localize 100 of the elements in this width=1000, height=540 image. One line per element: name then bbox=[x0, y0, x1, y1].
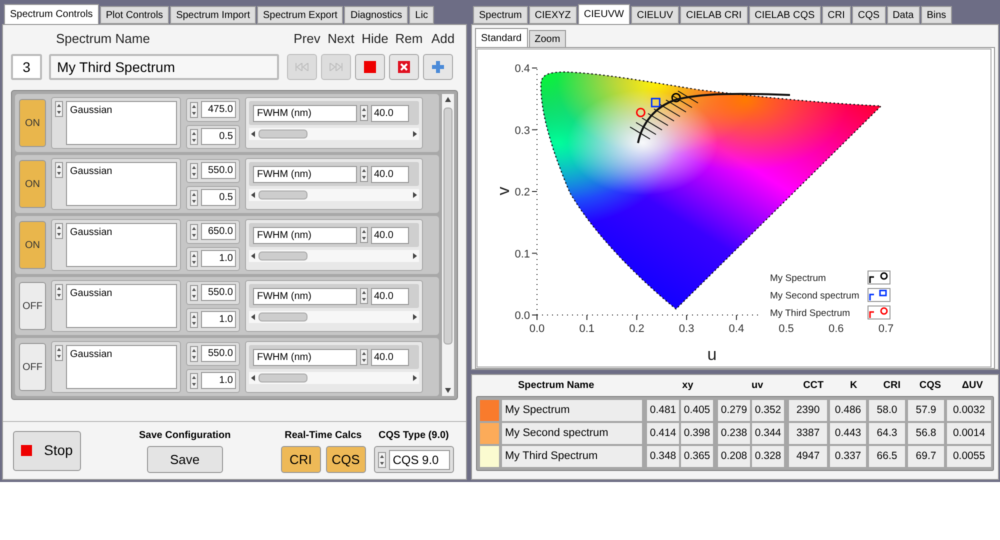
tab[interactable]: Data bbox=[886, 6, 920, 24]
y-tick-label: 0.1 bbox=[514, 248, 530, 260]
tab[interactable]: Spectrum bbox=[473, 6, 528, 24]
x-tick-label: 0.6 bbox=[828, 323, 844, 335]
spinner-icon[interactable] bbox=[360, 288, 368, 304]
parameter-name-field[interactable]: FWHM (nm) bbox=[253, 166, 357, 182]
tab[interactable]: Zoom bbox=[528, 30, 566, 48]
type-selector[interactable]: Gaussian bbox=[51, 97, 181, 149]
spinner-icon[interactable] bbox=[190, 224, 198, 240]
table-cell: My Spectrum bbox=[502, 400, 642, 421]
parameter-name-field[interactable]: FWHM (nm) bbox=[253, 288, 357, 304]
horizontal-scrollbar[interactable] bbox=[249, 250, 419, 262]
tab[interactable]: CIELAB CRI bbox=[680, 6, 748, 24]
tab[interactable]: Spectrum Import bbox=[170, 6, 256, 24]
type-selector[interactable]: Gaussian bbox=[51, 341, 181, 393]
numeric-field[interactable]: 1.0 bbox=[186, 246, 240, 270]
numeric-field[interactable]: 650.0 bbox=[186, 220, 240, 244]
spinner-icon[interactable] bbox=[55, 162, 63, 178]
spinner-icon[interactable] bbox=[190, 372, 198, 388]
toggle-button[interactable]: CQS bbox=[326, 446, 366, 473]
tab[interactable]: CIELUV bbox=[630, 6, 680, 24]
stop-button[interactable]: Stop bbox=[13, 430, 81, 470]
legend-label: My Third Spectrum bbox=[770, 308, 850, 319]
spinner-icon[interactable] bbox=[190, 284, 198, 300]
remove-button[interactable] bbox=[389, 54, 419, 80]
type-selector[interactable]: Gaussian bbox=[51, 219, 181, 271]
table-cell: 3387 bbox=[789, 423, 827, 444]
tab[interactable]: CIEXYZ bbox=[528, 6, 577, 24]
tab[interactable]: Standard bbox=[475, 28, 528, 48]
numeric-field[interactable]: 0.5 bbox=[186, 186, 240, 210]
tab[interactable]: Lic bbox=[409, 6, 434, 24]
save-button[interactable]: Save bbox=[146, 446, 223, 473]
spinner-icon[interactable] bbox=[190, 250, 198, 266]
spinner-icon[interactable] bbox=[190, 312, 198, 328]
parameter-value-field[interactable]: 40.0 bbox=[371, 226, 409, 244]
button-label: Add bbox=[430, 30, 456, 48]
name-field[interactable]: My Third Spectrum bbox=[49, 54, 279, 80]
tab[interactable]: Spectrum Controls bbox=[4, 4, 99, 24]
on-off-toggle[interactable]: ON bbox=[19, 160, 46, 208]
parameter-value-field[interactable]: 40.0 bbox=[371, 288, 409, 304]
tab[interactable]: CQS bbox=[852, 6, 886, 24]
on-off-toggle[interactable]: OFF bbox=[19, 282, 46, 330]
on-off-toggle[interactable]: OFF bbox=[19, 343, 46, 391]
cqs-type-selector[interactable]: CQS 9.0 bbox=[374, 446, 454, 473]
spinner-icon[interactable] bbox=[190, 190, 198, 206]
horizontal-scrollbar[interactable] bbox=[249, 128, 419, 140]
spinner-icon[interactable] bbox=[190, 102, 198, 118]
table-cell: 0.344 bbox=[752, 423, 784, 444]
vertical-scrollbar[interactable] bbox=[442, 94, 454, 396]
skip-back-icon bbox=[295, 63, 309, 71]
type-selector[interactable]: Gaussian bbox=[51, 280, 181, 332]
parameter-value-field[interactable]: 40.0 bbox=[371, 348, 409, 366]
tab[interactable]: Bins bbox=[920, 6, 952, 24]
numeric-field[interactable]: 1.0 bbox=[186, 308, 240, 332]
parameter-value-field[interactable]: 40.0 bbox=[371, 104, 409, 122]
toggle-button[interactable]: CRI bbox=[280, 446, 321, 473]
tab[interactable]: Spectrum Export bbox=[256, 6, 344, 24]
table-cell: 0.208 bbox=[718, 446, 750, 467]
spinner-icon[interactable] bbox=[190, 162, 198, 178]
numeric-field[interactable]: 550.0 bbox=[186, 342, 240, 366]
spinner-icon[interactable] bbox=[55, 223, 63, 239]
type-selector[interactable]: Gaussian bbox=[51, 158, 181, 210]
table-cell: 66.5 bbox=[869, 446, 905, 467]
column-header: CQS bbox=[918, 378, 942, 392]
spinner-icon[interactable] bbox=[360, 166, 368, 182]
horizontal-scrollbar[interactable] bbox=[249, 311, 419, 323]
skip-forward-icon bbox=[329, 63, 343, 71]
numeric-field[interactable]: 475.0 bbox=[186, 98, 240, 122]
numeric-field[interactable]: 550.0 bbox=[186, 280, 240, 304]
table-cell: 0.0032 bbox=[947, 400, 991, 421]
index-field[interactable]: 3 bbox=[11, 54, 42, 80]
hide-button[interactable] bbox=[355, 54, 385, 80]
parameter-name-field[interactable]: FWHM (nm) bbox=[253, 226, 357, 244]
numeric-field[interactable]: 550.0 bbox=[186, 158, 240, 182]
horizontal-scrollbar[interactable] bbox=[249, 189, 419, 201]
tab[interactable]: CIELAB CQS bbox=[748, 6, 821, 24]
spinner-icon[interactable] bbox=[55, 345, 63, 361]
add-button[interactable] bbox=[423, 54, 453, 80]
spinner-icon[interactable] bbox=[360, 227, 368, 243]
spinner-icon[interactable] bbox=[360, 349, 368, 365]
spinner-icon[interactable] bbox=[190, 346, 198, 362]
close-icon bbox=[398, 61, 410, 73]
spinner-icon[interactable] bbox=[55, 284, 63, 300]
numeric-field[interactable]: 0.5 bbox=[186, 124, 240, 148]
on-off-toggle[interactable]: ON bbox=[19, 99, 46, 147]
numeric-field[interactable]: 1.0 bbox=[186, 368, 240, 392]
horizontal-scrollbar[interactable] bbox=[249, 372, 419, 384]
tab[interactable]: CIEUVW bbox=[578, 4, 630, 24]
spinner-icon[interactable] bbox=[360, 105, 368, 121]
tab[interactable]: Plot Controls bbox=[100, 6, 170, 24]
parameter-name-field[interactable]: FWHM (nm) bbox=[253, 104, 357, 122]
square-icon bbox=[21, 445, 32, 456]
tab[interactable]: CRI bbox=[822, 6, 851, 24]
on-off-toggle[interactable]: ON bbox=[19, 221, 46, 269]
spinner-icon[interactable] bbox=[378, 452, 386, 468]
spinner-icon[interactable] bbox=[55, 101, 63, 117]
tab[interactable]: Diagnostics bbox=[344, 6, 408, 24]
parameter-value-field[interactable]: 40.0 bbox=[371, 166, 409, 182]
parameter-name-field[interactable]: FWHM (nm) bbox=[253, 348, 357, 366]
spinner-icon[interactable] bbox=[190, 128, 198, 144]
